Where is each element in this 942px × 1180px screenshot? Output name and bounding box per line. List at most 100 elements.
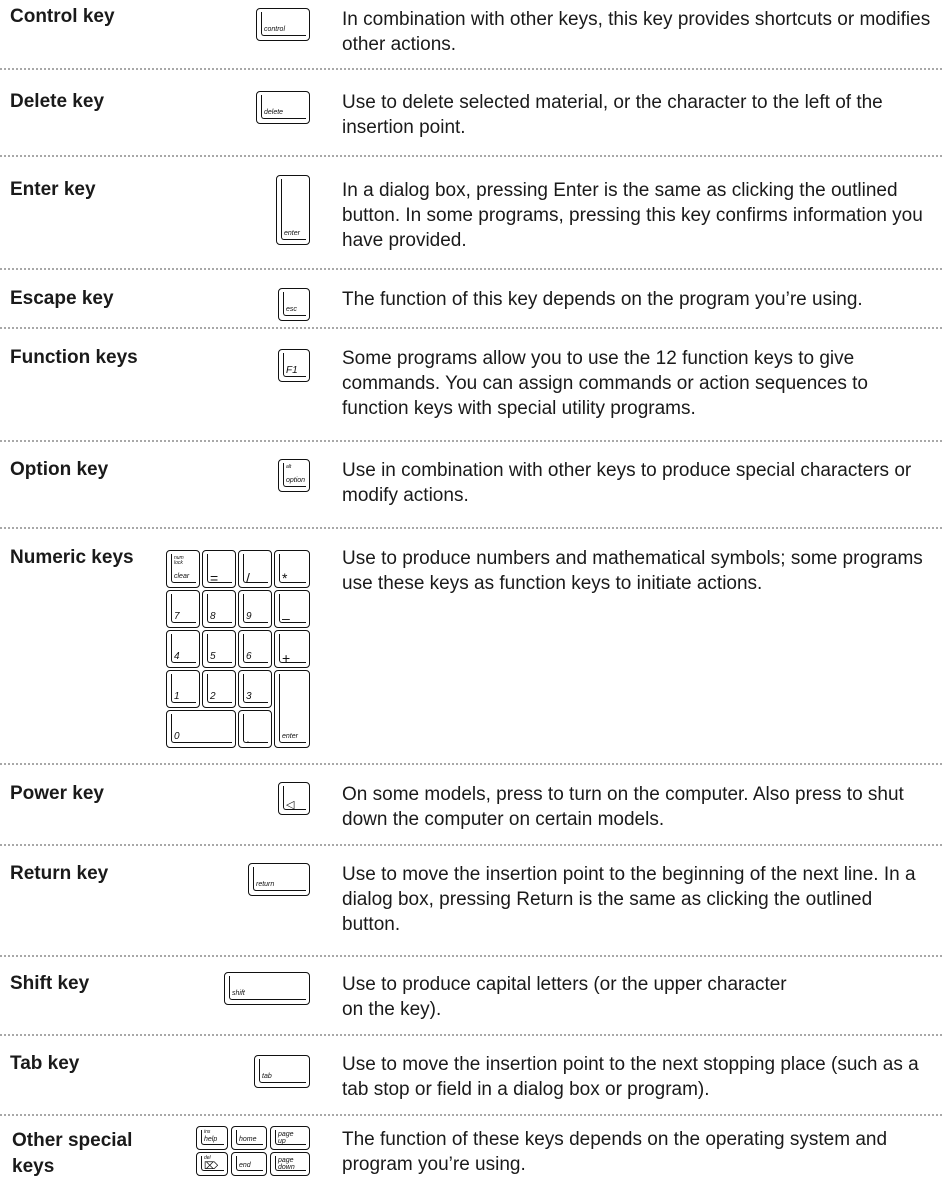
one-key-icon: 1 xyxy=(166,670,200,708)
f1-key-icon: F1 xyxy=(278,349,310,382)
minus-key-icon: – xyxy=(274,590,310,628)
key-label: page up xyxy=(278,1131,294,1145)
key-label: esc xyxy=(286,306,297,313)
entry-term: Escape key xyxy=(10,288,114,309)
divider xyxy=(0,68,942,70)
key-label: = xyxy=(210,570,219,586)
key-label: return xyxy=(256,881,275,888)
key-label: 8 xyxy=(210,611,216,622)
entry-term: Power key xyxy=(10,783,104,804)
shift-key-icon: shift xyxy=(224,972,310,1005)
option-key-icon: alt option xyxy=(278,459,310,492)
entry-term: Tab key xyxy=(10,1053,80,1074)
dot-key-icon: . xyxy=(238,710,272,748)
key-label: 6 xyxy=(246,651,252,662)
entry-description: Use to produce capital letters (or the u… xyxy=(342,974,787,1020)
three-key-icon: 3 xyxy=(238,670,272,708)
five-key-icon: 5 xyxy=(202,630,236,668)
entry-description: Use to delete selected material, or the … xyxy=(342,92,883,138)
zero-key-icon: 0 xyxy=(166,710,236,748)
key-label: ◁ xyxy=(286,799,295,811)
entry-term: Return key xyxy=(10,863,109,884)
key-label: 0 xyxy=(174,731,180,742)
divider xyxy=(0,440,942,442)
seven-key-icon: 7 xyxy=(166,590,200,628)
key-label: option xyxy=(286,477,306,484)
key-label: 4 xyxy=(174,651,180,662)
entry-description: Use to move the insertion point to the b… xyxy=(342,864,916,935)
divider xyxy=(0,327,942,329)
entry-description: The function of this key depends on the … xyxy=(342,289,863,310)
return-key-icon: return xyxy=(248,863,310,896)
six-key-icon: 6 xyxy=(238,630,272,668)
entry-description: In a dialog box, pressing Enter is the s… xyxy=(342,180,923,251)
key-label: page down xyxy=(278,1157,295,1171)
key-label: 2 xyxy=(210,691,216,702)
divider xyxy=(0,527,942,529)
entry-description: The function of these keys depends on th… xyxy=(342,1129,888,1175)
divider xyxy=(0,268,942,270)
entry-description: Use to move the insertion point to the n… xyxy=(342,1054,919,1100)
key-label: end xyxy=(239,1162,251,1169)
divider xyxy=(0,844,942,846)
key-label: + xyxy=(282,650,291,666)
plus-key-icon: + xyxy=(274,630,310,668)
tab-key-icon: tab xyxy=(254,1055,310,1088)
four-key-icon: 4 xyxy=(166,630,200,668)
key-label: enter xyxy=(282,733,298,740)
key-label: clear xyxy=(174,573,190,580)
entry-term: Enter key xyxy=(10,179,96,200)
key-label: * xyxy=(282,570,288,586)
key-label: control xyxy=(264,26,286,33)
key-label: tab xyxy=(262,1073,272,1080)
star-key-icon: * xyxy=(274,550,310,588)
entry-term: Control key xyxy=(10,6,115,27)
key-label: 5 xyxy=(210,651,216,662)
entry-term: Shift key xyxy=(10,973,90,994)
entry-term: Delete key xyxy=(10,91,105,112)
help-key-icon: ins help xyxy=(196,1126,228,1150)
entry-term: Option key xyxy=(10,459,109,480)
key-label: / xyxy=(246,570,250,586)
divider xyxy=(0,1034,942,1036)
key-label: ⌦ xyxy=(204,1161,219,1172)
key-label: home xyxy=(239,1136,257,1143)
escape-key-icon: esc xyxy=(278,288,310,321)
entry-description: Use in combination with other keys to pr… xyxy=(342,460,912,506)
key-label: F1 xyxy=(286,365,298,376)
key-sublabel: num lock xyxy=(174,555,184,566)
divider xyxy=(0,155,942,157)
divider xyxy=(0,955,942,957)
eight-key-icon: 8 xyxy=(202,590,236,628)
equals-key-icon: = xyxy=(202,550,236,588)
key-label: 3 xyxy=(246,691,252,702)
nine-key-icon: 9 xyxy=(238,590,272,628)
entry-term: Other special keys xyxy=(12,1130,133,1177)
key-label: 9 xyxy=(246,611,252,622)
slash-key-icon: / xyxy=(238,550,272,588)
key-label: delete xyxy=(264,109,284,116)
delete-key-icon: delete xyxy=(256,91,310,124)
key-label: . xyxy=(246,730,250,746)
entry-term: Function keys xyxy=(10,347,138,368)
divider xyxy=(0,1114,942,1116)
key-label: shift xyxy=(232,990,245,997)
key-label: enter xyxy=(284,230,300,237)
power-key-icon: ◁ xyxy=(278,782,310,815)
two-key-icon: 2 xyxy=(202,670,236,708)
keypad-enter-key-icon: enter xyxy=(274,670,310,748)
page-down-key-icon: page down xyxy=(270,1152,310,1176)
key-label: 7 xyxy=(174,611,180,622)
entry-description: In combination with other keys, this key… xyxy=(342,9,931,55)
divider xyxy=(0,763,942,765)
forward-delete-key-icon: del ⌦ xyxy=(196,1152,228,1176)
enter-key-icon: enter xyxy=(276,175,310,245)
page-up-key-icon: page up xyxy=(270,1126,310,1150)
key-label: 1 xyxy=(174,691,180,702)
home-key-icon: home xyxy=(231,1126,267,1150)
entry-description: Some programs allow you to use the 12 fu… xyxy=(342,348,868,419)
entry-term: Numeric keys xyxy=(10,547,134,568)
control-key-icon: control xyxy=(256,8,310,41)
end-key-icon: end xyxy=(231,1152,267,1176)
key-label: – xyxy=(282,610,290,626)
